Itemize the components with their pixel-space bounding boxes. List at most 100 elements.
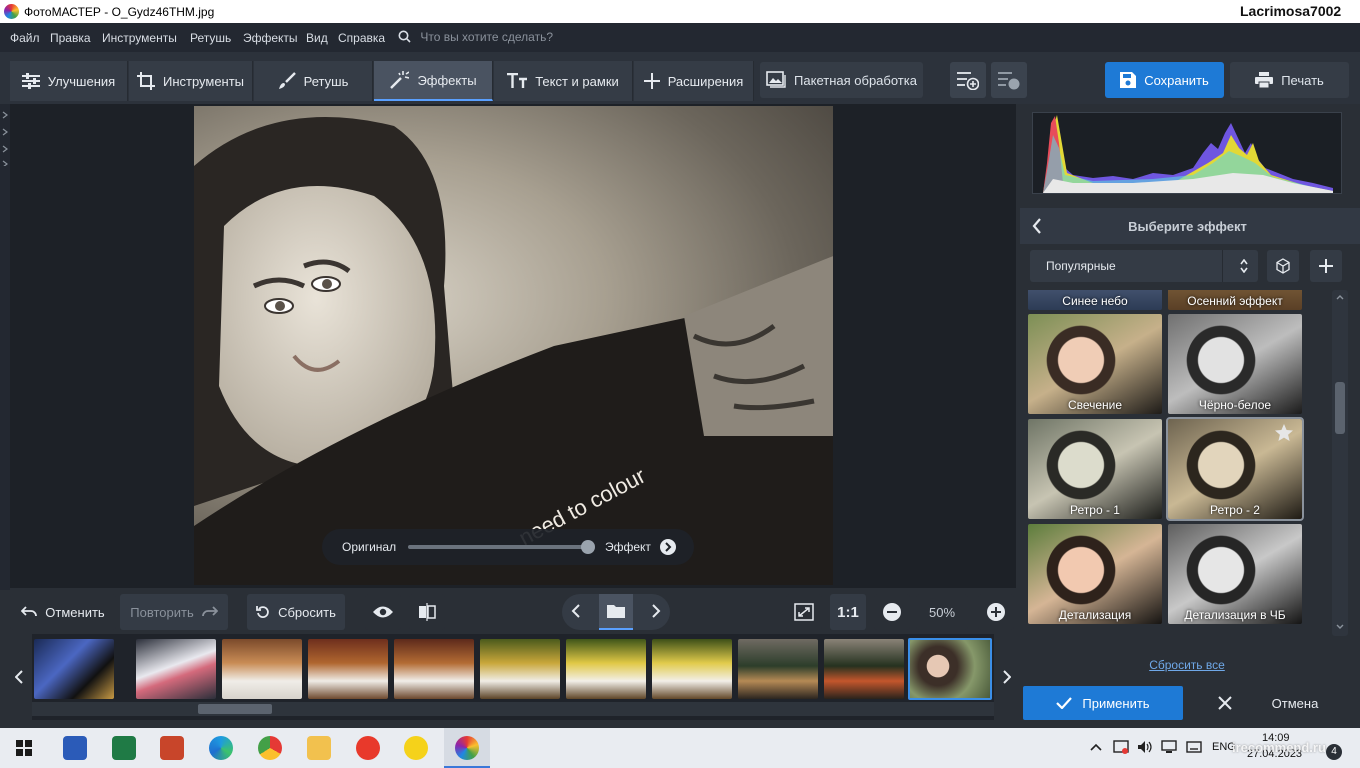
tab-enhancements[interactable]: Улучшения <box>10 61 128 101</box>
bottom-controls: Отменить Повторить Сбросить 1:1 50% <box>10 590 1016 634</box>
images-icon <box>766 71 786 88</box>
print-button[interactable]: Печать <box>1230 62 1349 98</box>
filmstrip-scroll-thumb[interactable] <box>198 704 272 714</box>
open-folder-button[interactable] <box>598 594 634 630</box>
batch-processing-button[interactable]: Пакетная обработка <box>760 62 923 98</box>
effects-scroll-thumb[interactable] <box>1335 382 1345 434</box>
app-logo-icon <box>4 4 19 19</box>
redo-button[interactable]: Повторить <box>120 594 228 630</box>
windows-start-icon[interactable] <box>16 740 32 756</box>
plus-icon <box>1319 259 1333 273</box>
photo-preview[interactable]: need to colour <box>194 106 833 585</box>
panel-header: Выберите эффект <box>1020 208 1360 244</box>
undo-icon <box>21 606 38 617</box>
minus-icon <box>883 603 901 621</box>
yandex-market-icon[interactable] <box>404 736 428 760</box>
thumbnail[interactable] <box>308 639 388 699</box>
thumbnail[interactable] <box>222 639 302 699</box>
add-effect-button[interactable] <box>1310 250 1342 282</box>
reset-all-link[interactable]: Сбросить все <box>1020 658 1354 672</box>
cancel-button[interactable]: Отмена <box>1188 686 1348 720</box>
file-explorer-icon[interactable] <box>307 736 331 760</box>
save-button[interactable]: Сохранить <box>1105 62 1224 98</box>
apply-button[interactable]: Применить <box>1023 686 1183 720</box>
notification-badge[interactable]: 4 <box>1326 744 1342 760</box>
effect-detail[interactable]: Детализация <box>1028 524 1162 624</box>
tab-text-frames[interactable]: Текст и рамки <box>494 61 633 101</box>
menu-file[interactable]: Файл <box>10 31 40 45</box>
next-image-button[interactable] <box>641 603 670 621</box>
chevron-right-icon <box>1003 670 1011 684</box>
plus-circle-icon <box>987 603 1005 621</box>
menu-effects[interactable]: Эффекты <box>243 31 298 45</box>
undo-button[interactable]: Отменить <box>10 594 116 630</box>
chevron-left-icon <box>15 670 23 684</box>
category-value: Популярные <box>1046 259 1116 273</box>
thumbnail[interactable] <box>652 639 732 699</box>
keyboard-icon[interactable] <box>1186 739 1202 755</box>
zoom-in-button[interactable] <box>978 594 1014 630</box>
thumbnail[interactable] <box>566 639 646 699</box>
chevron-right-icon <box>665 542 672 552</box>
presets-button[interactable] <box>991 62 1027 98</box>
thumbnail[interactable] <box>34 639 114 699</box>
zoom-out-button[interactable] <box>874 594 910 630</box>
menu-view[interactable]: Вид <box>306 31 328 45</box>
compare-track[interactable] <box>408 545 588 549</box>
tab-tools[interactable]: Инструменты <box>129 61 253 101</box>
effect-blue-sky[interactable]: Синее небо <box>1028 290 1162 310</box>
category-select[interactable]: Популярные <box>1030 250 1258 282</box>
powerpoint-icon[interactable] <box>160 736 184 760</box>
effect-glow[interactable]: Свечение <box>1028 314 1162 414</box>
chevron-up-icon[interactable] <box>1090 743 1102 751</box>
compare-view-button[interactable] <box>409 594 445 630</box>
security-icon[interactable] <box>1113 739 1129 755</box>
menu-edit[interactable]: Правка <box>50 31 91 45</box>
thumbnail-selected[interactable] <box>908 638 992 700</box>
thumbnail[interactable] <box>136 639 216 699</box>
filmstrip-prev-button[interactable] <box>10 636 28 718</box>
effect-bw[interactable]: Чёрно-белое <box>1168 314 1302 414</box>
star-icon[interactable] <box>1274 423 1294 443</box>
thumbnail[interactable] <box>480 639 560 699</box>
tab-extensions[interactable]: Расширения <box>634 61 754 101</box>
menu-search[interactable]: Что вы хотите сделать? <box>398 30 553 44</box>
thumbnail[interactable] <box>738 639 818 699</box>
reset-button[interactable]: Сбросить <box>247 594 345 630</box>
fotomaster-taskbar-item[interactable] <box>444 728 490 768</box>
filmstrip-scrollbar[interactable] <box>32 702 994 716</box>
preview-toggle-button[interactable] <box>365 594 401 630</box>
left-collapse-strip[interactable] <box>0 104 10 590</box>
menu-retouch[interactable]: Ретушь <box>190 31 231 45</box>
volume-icon[interactable] <box>1137 739 1153 755</box>
prev-image-button[interactable] <box>562 603 591 621</box>
effect-retro-2-selected[interactable]: Ретро - 2 <box>1166 417 1304 521</box>
effects-panel: Выберите эффект Популярные Синее небо Ос… <box>1020 104 1360 724</box>
add-preset-button[interactable] <box>950 62 986 98</box>
actual-size-button[interactable]: 1:1 <box>830 594 866 630</box>
chevron-right-icon <box>2 111 8 166</box>
network-icon[interactable] <box>1161 739 1177 755</box>
tab-retouch[interactable]: Ретушь <box>254 61 373 101</box>
filmstrip-next-button[interactable] <box>998 636 1016 718</box>
batch-label: Пакетная обработка <box>794 72 917 88</box>
thumbnail[interactable] <box>824 639 904 699</box>
menu-help[interactable]: Справка <box>338 31 385 45</box>
tab-label: Ретушь <box>303 73 349 89</box>
yandex-browser-icon[interactable] <box>356 736 380 760</box>
word-icon[interactable] <box>63 736 87 760</box>
menu-tools[interactable]: Инструменты <box>102 31 177 45</box>
thumbnail[interactable] <box>394 639 474 699</box>
edge-icon[interactable] <box>209 736 233 760</box>
compare-handle[interactable] <box>581 540 595 554</box>
3d-lut-button[interactable] <box>1267 250 1299 282</box>
effect-detail-bw[interactable]: Детализация в ЧБ <box>1168 524 1302 624</box>
compare-arrow-button[interactable] <box>660 539 676 555</box>
tab-effects[interactable]: Эффекты <box>374 61 493 101</box>
chrome-icon[interactable] <box>258 736 282 760</box>
effect-retro-1[interactable]: Ретро - 1 <box>1028 419 1162 519</box>
excel-icon[interactable] <box>112 736 136 760</box>
effects-scrollbar[interactable] <box>1332 290 1348 636</box>
fit-screen-button[interactable] <box>786 594 822 630</box>
effect-autumn[interactable]: Осенний эффект <box>1168 290 1302 310</box>
